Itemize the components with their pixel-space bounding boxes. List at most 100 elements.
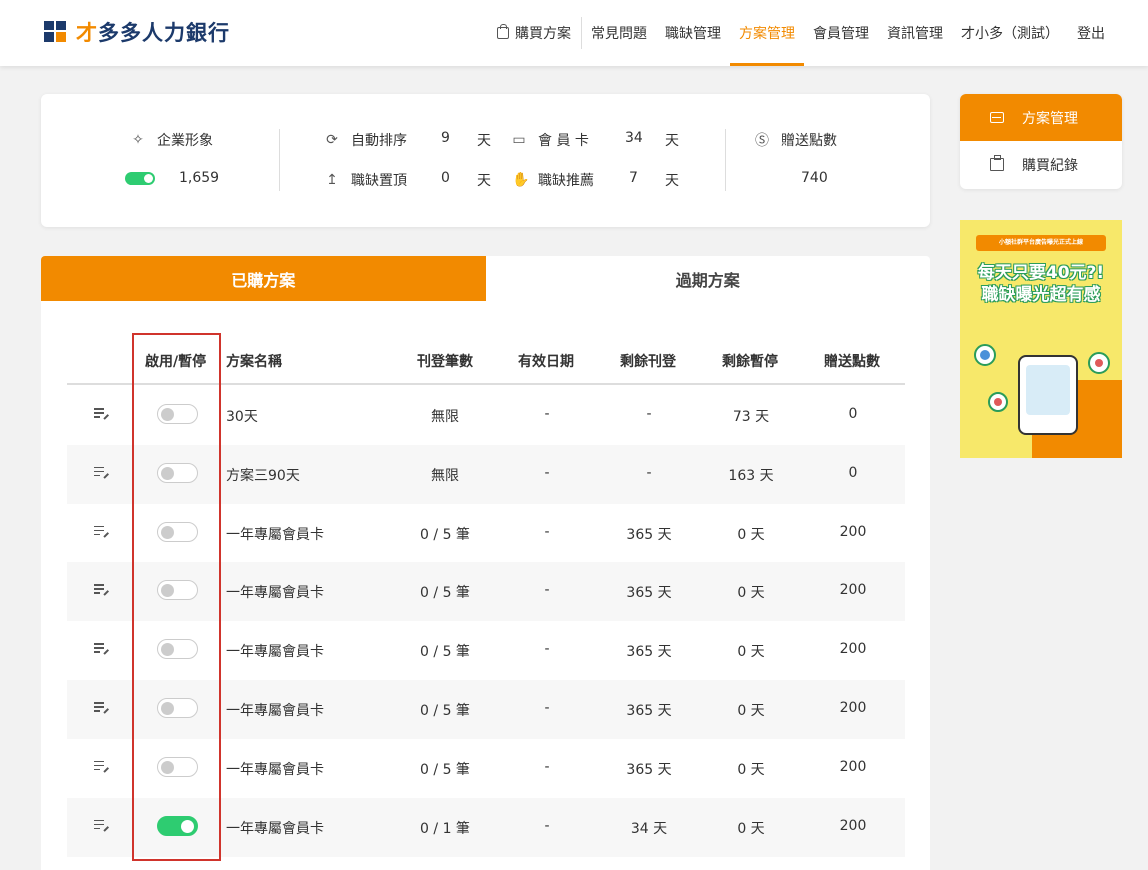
sparkle-icon: ✧ <box>132 132 144 148</box>
top-value: 0 <box>441 170 450 186</box>
divider <box>725 129 726 191</box>
edit-icon[interactable] <box>94 818 110 832</box>
plan-name: 一年專屬會員卡 <box>226 644 324 661</box>
plan-name: 一年專屬會員卡 <box>226 526 324 543</box>
wallet-icon <box>990 112 1004 123</box>
nav-info-management[interactable]: 資訊管理 <box>878 0 952 66</box>
points-value: 740 <box>801 170 828 186</box>
summary-top: ↥ 職缺置頂 <box>326 172 407 189</box>
header-name: 方案名稱 <box>226 354 282 370</box>
plan-points: 200 <box>839 700 867 716</box>
plan-posts: 0 / 5 筆 <box>420 761 470 778</box>
plan-remaining-pause: 0 天 <box>737 585 765 602</box>
heart-bubble-icon <box>1088 352 1110 374</box>
plan-points: 200 <box>839 817 867 834</box>
header-points: 贈送點數 <box>824 354 880 370</box>
shopping-bag-icon <box>497 24 509 39</box>
plan-valid-date: - <box>544 641 550 658</box>
header-remain-pause: 剩餘暫停 <box>722 354 778 370</box>
edit-icon[interactable] <box>94 700 110 714</box>
summary-image-value: 1,659 <box>125 170 219 186</box>
clipboard-clock-icon <box>990 155 1004 171</box>
summary-image: ✧ 企業形象 <box>132 132 213 149</box>
top-header: 才多多人力銀行 購買方案 常見問題 職缺管理 方案管理 會員管理 資訊管理 才小… <box>0 0 1148 66</box>
summary-recommend: ✋ 職缺推薦 <box>512 172 594 189</box>
plan-valid-date: - <box>544 523 550 540</box>
plan-remaining-pause: 0 天 <box>737 761 765 778</box>
plan-name: 一年專屬會員卡 <box>226 585 324 602</box>
nav-user-account[interactable]: 才小多（測試） <box>952 0 1068 66</box>
hand-icon: ✋ <box>512 172 530 188</box>
header-posts: 刊登筆數 <box>417 354 473 370</box>
edit-icon[interactable] <box>94 465 110 479</box>
plan-points: 0 <box>848 406 858 422</box>
plan-posts: 0 / 5 筆 <box>420 526 470 543</box>
plan-posts: 0 / 1 筆 <box>420 820 470 837</box>
refresh-icon: ⟳ <box>326 132 338 148</box>
edit-icon[interactable] <box>94 406 110 420</box>
banner-headline-2: 職缺曝光超有感 <box>981 285 1101 305</box>
plan-posts: 0 / 5 筆 <box>420 703 470 719</box>
like-bubble-icon <box>974 344 996 366</box>
main-nav: 購買方案 常見問題 職缺管理 方案管理 會員管理 資訊管理 才小多（測試） 登出 <box>488 0 1114 66</box>
plan-tabs: 已購方案 過期方案 <box>41 256 930 301</box>
plan-valid-date: - <box>544 817 550 834</box>
plan-remaining-posts: 365 天 <box>626 761 672 778</box>
promo-banner[interactable]: 小額社群平台廣告曝光正式上線 每天只要40元?! 職缺曝光超有感 <box>960 220 1122 458</box>
banner-tagline: 小額社群平台廣告曝光正式上線 <box>976 235 1106 251</box>
plan-summary-card: ✧ 企業形象 1,659 ⟳ 自動排序 9 天 ↥ 職缺置頂 0 天 ▭ 會 員… <box>41 94 930 227</box>
summary-member-card: ▭ 會 員 卡 <box>512 132 589 149</box>
side-item-purchase-history[interactable]: 購買紀錄 <box>960 141 1122 188</box>
edit-icon[interactable] <box>94 582 110 596</box>
recommend-value: 7 <box>629 170 638 186</box>
plan-remaining-pause: 0 天 <box>737 526 765 543</box>
plan-remaining-posts: 34 天 <box>630 820 668 837</box>
plan-remaining-posts: - <box>646 464 652 481</box>
nav-buy-plan[interactable]: 購買方案 <box>488 17 582 49</box>
side-item-plan-management[interactable]: 方案管理 <box>960 94 1122 141</box>
plan-remaining-pause: 73 天 <box>732 409 770 425</box>
plan-valid-date: - <box>544 700 550 716</box>
plan-remaining-pause: 0 天 <box>737 820 765 837</box>
divider <box>279 129 280 191</box>
plan-points: 200 <box>839 523 867 540</box>
plan-name: 一年專屬會員卡 <box>226 703 324 719</box>
arrow-up-icon: ↥ <box>326 172 338 188</box>
tab-expired-plans[interactable]: 過期方案 <box>485 256 930 301</box>
plan-name: 30天 <box>226 409 258 425</box>
side-menu: 方案管理 購買紀錄 <box>960 94 1122 189</box>
nav-job-management[interactable]: 職缺管理 <box>656 0 730 66</box>
auto-sort-value: 9 <box>441 130 450 146</box>
edit-icon[interactable] <box>94 759 110 773</box>
plan-posts: 無限 <box>431 467 459 484</box>
header-remain-post: 剩餘刊登 <box>620 354 676 370</box>
plan-valid-date: - <box>544 464 550 481</box>
edit-icon[interactable] <box>94 524 110 538</box>
nav-member-management[interactable]: 會員管理 <box>804 0 878 66</box>
plan-remaining-pause: 0 天 <box>737 703 765 719</box>
nav-faq[interactable]: 常見問題 <box>582 0 656 66</box>
plan-valid-date: - <box>544 582 550 599</box>
logo[interactable]: 才多多人力銀行 <box>44 17 230 47</box>
plan-posts: 0 / 5 筆 <box>420 585 470 602</box>
edit-icon[interactable] <box>94 641 110 655</box>
logo-icon <box>44 20 68 44</box>
plan-name: 一年專屬會員卡 <box>226 820 324 837</box>
plan-posts: 0 / 5 筆 <box>420 644 470 661</box>
tab-purchased-plans[interactable]: 已購方案 <box>41 256 486 301</box>
day-unit: 天 <box>665 173 679 189</box>
member-card-value: 34 <box>625 130 643 146</box>
plan-remaining-posts: 365 天 <box>626 703 672 719</box>
image-toggle[interactable] <box>125 171 155 185</box>
day-unit: 天 <box>477 173 491 189</box>
plan-remaining-pause: 0 天 <box>737 644 765 661</box>
nav-logout[interactable]: 登出 <box>1068 0 1114 66</box>
toggle-column-highlight <box>132 333 221 861</box>
nav-plan-management[interactable]: 方案管理 <box>730 0 804 66</box>
plan-remaining-pause: 163 天 <box>728 467 774 484</box>
coin-icon: Ⓢ <box>755 133 769 149</box>
plan-valid-date: - <box>544 406 550 422</box>
summary-auto-sort: ⟳ 自動排序 <box>326 132 407 149</box>
logo-text: 才多多人力銀行 <box>76 21 230 45</box>
plan-points: 200 <box>839 758 867 775</box>
